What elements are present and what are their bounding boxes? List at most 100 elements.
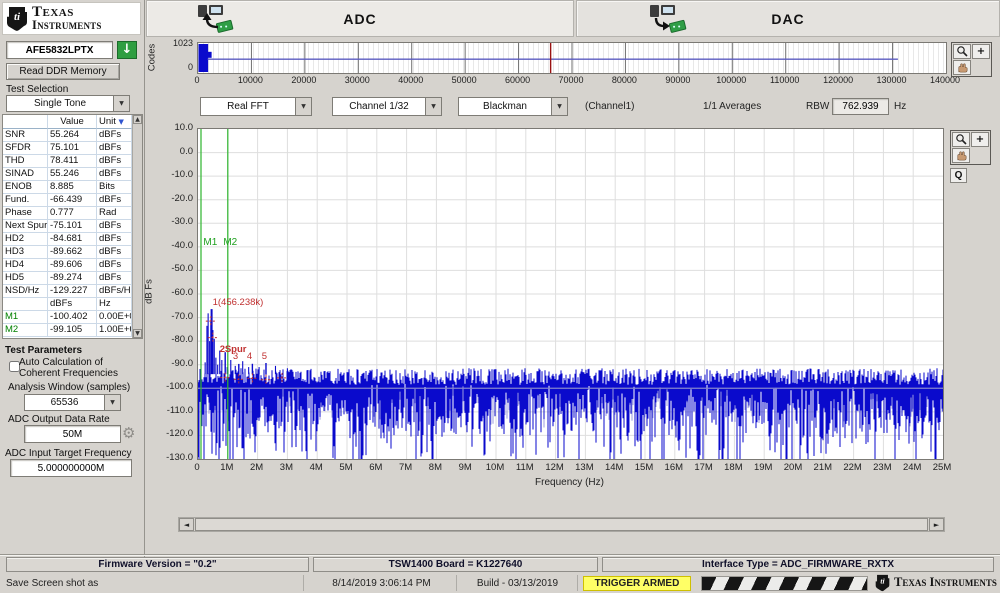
table-row[interactable]: NSD/Hz-129.227dBFs/Hz (3, 285, 142, 298)
codes-y-tick-max: 1023 (160, 38, 193, 48)
chevron-down-icon: ▼ (104, 395, 120, 410)
zoom-icon[interactable] (952, 132, 970, 147)
table-row[interactable]: dBFsHz (3, 298, 142, 311)
metric-unit: dBFs (97, 233, 132, 246)
metric-unit: 1.00E+6 (97, 324, 132, 337)
fft-x-tick-label: 25M (927, 462, 957, 473)
test-selection-select[interactable]: Single Tone ▼ (6, 95, 130, 112)
metric-name: SINAD (3, 168, 48, 181)
table-row[interactable]: M2-99.1051.00E+6 (3, 324, 142, 337)
cursor-tool-icon[interactable]: Q (950, 168, 967, 183)
fft-y-tick-label: -120.0 (156, 428, 193, 439)
table-row[interactable]: HD2-84.681dBFs (3, 233, 142, 246)
codes-x-tick-label: 80000 (602, 75, 646, 85)
codes-x-tick-label: 40000 (389, 75, 433, 85)
analysis-window-select[interactable]: 65536 ▼ (24, 394, 121, 411)
fft-x-tick-label: 24M (897, 462, 927, 473)
fft-y-axis-label: dB Fs (144, 269, 155, 315)
rbw-input[interactable] (832, 98, 889, 115)
codes-x-tick-label: 110000 (763, 75, 807, 85)
pan-hand-icon[interactable] (952, 148, 970, 163)
analysis-window-value: 65536 (25, 395, 104, 410)
table-row[interactable]: HD5-89.274dBFs (3, 272, 142, 285)
table-row[interactable]: Fund.-66.439dBFs (3, 194, 142, 207)
zoom-in-icon[interactable]: + (971, 132, 989, 147)
zoom-in-icon[interactable]: + (972, 44, 990, 59)
table-row[interactable]: Next Spur-75.101dBFs (3, 220, 142, 233)
tab-adc[interactable]: ADC (146, 0, 574, 37)
divider (456, 575, 457, 591)
fft-y-tick-label: -70.0 (156, 311, 193, 322)
metric-value: -66.439 (48, 194, 97, 207)
unit-filter-icon[interactable]: ▼ (119, 118, 124, 126)
adc-output-rate-label: ADC Output Data Rate (8, 414, 110, 425)
window-value: Blackman (459, 98, 551, 115)
read-ddr-memory-button[interactable]: Read DDR Memory (6, 63, 120, 80)
fft-y-tick-label: -50.0 (156, 263, 193, 274)
ti-bug-icon: ti (6, 6, 28, 32)
scrollbar-thumb[interactable] (195, 518, 928, 531)
device-select-input[interactable] (6, 41, 113, 59)
metric-unit: dBFs (97, 220, 132, 233)
adc-input-freq-input[interactable] (10, 459, 132, 477)
fft-x-tick-label: 5M (331, 462, 361, 473)
fft-h-scrollbar[interactable]: ◄ ► (178, 517, 945, 532)
svg-text:ti: ti (14, 11, 21, 23)
save-screenshot-item[interactable]: Save Screen shot as (6, 578, 98, 589)
tab-dac[interactable]: DAC (576, 0, 1000, 37)
fft-x-tick-label: 18M (718, 462, 748, 473)
window-select[interactable]: Blackman ▼ (458, 97, 568, 116)
table-row[interactable]: SINAD55.246dBFs (3, 168, 142, 181)
measurements-scrollbar[interactable]: ▲ ▼ (132, 115, 142, 338)
table-row[interactable]: HD4-89.606dBFs (3, 259, 142, 272)
table-row[interactable]: ENOB8.885Bits (3, 181, 142, 194)
scroll-down-icon[interactable]: ▼ (133, 329, 142, 338)
metric-unit: Hz (97, 298, 132, 311)
fft-spectrum-plot[interactable] (197, 128, 944, 460)
table-row[interactable]: THD78.411dBFs (3, 155, 142, 168)
gear-icon[interactable]: ⚙ (122, 424, 135, 442)
scroll-left-icon[interactable]: ◄ (179, 518, 194, 531)
chevron-down-icon: ▼ (551, 98, 567, 115)
table-row[interactable]: HD3-89.662dBFs (3, 246, 142, 259)
metric-value: 0.777 (48, 207, 97, 220)
channel-value: Channel 1/32 (333, 98, 425, 115)
table-row[interactable]: SFDR75.101dBFs (3, 142, 142, 155)
metric-unit: dBFs (97, 246, 132, 259)
table-row[interactable]: M1-100.4020.00E+0 (3, 311, 142, 324)
table-row[interactable]: Phase0.777Rad (3, 207, 142, 220)
measurements-table[interactable]: Value Unit ▼ SNR55.264dBFsSFDR75.101dBFs… (2, 114, 143, 339)
device-download-button[interactable]: ↓ (117, 41, 137, 59)
metric-value: -129.227 (48, 285, 97, 298)
metric-unit: Rad (97, 207, 132, 220)
metric-value: 55.264 (48, 129, 97, 142)
metric-name: Phase (3, 207, 48, 220)
metric-name: HD5 (3, 272, 48, 285)
channel-select[interactable]: Channel 1/32 ▼ (332, 97, 442, 116)
pan-hand-icon[interactable] (953, 60, 971, 75)
scroll-right-icon[interactable]: ► (929, 518, 944, 531)
metric-unit: dBFs (97, 129, 132, 142)
codes-capture-plot[interactable] (197, 42, 947, 74)
auto-calc-label-2: Coherent Frequencies (19, 368, 118, 379)
averages-label: 1/1 Averages (703, 101, 761, 112)
fft-x-tick-label: 15M (629, 462, 659, 473)
metric-value: -75.101 (48, 220, 97, 233)
measurements-header-row: Value Unit ▼ (3, 115, 142, 129)
hsdc-pro-window: ti Texas Instruments ↓ Read DDR Memory T… (0, 0, 1000, 593)
fft-type-select[interactable]: Real FFT ▼ (200, 97, 312, 116)
chevron-down-icon: ▼ (113, 96, 129, 111)
divider (303, 575, 304, 591)
scroll-up-icon[interactable]: ▲ (133, 115, 142, 124)
tab-adc-label: ADC (147, 11, 573, 27)
zoom-icon[interactable] (953, 44, 971, 59)
fft-y-tick-label: 0.0 (156, 146, 193, 157)
fft-x-tick-label: 16M (659, 462, 689, 473)
status-board: TSW1400 Board = K1227640 (313, 557, 598, 572)
tab-dac-label: DAC (577, 11, 999, 27)
header-name (3, 115, 48, 129)
metric-unit: dBFs (97, 155, 132, 168)
adc-output-rate-input[interactable] (24, 425, 121, 443)
fft-x-tick-label: 0 (182, 462, 212, 473)
table-row[interactable]: SNR55.264dBFs (3, 129, 142, 142)
